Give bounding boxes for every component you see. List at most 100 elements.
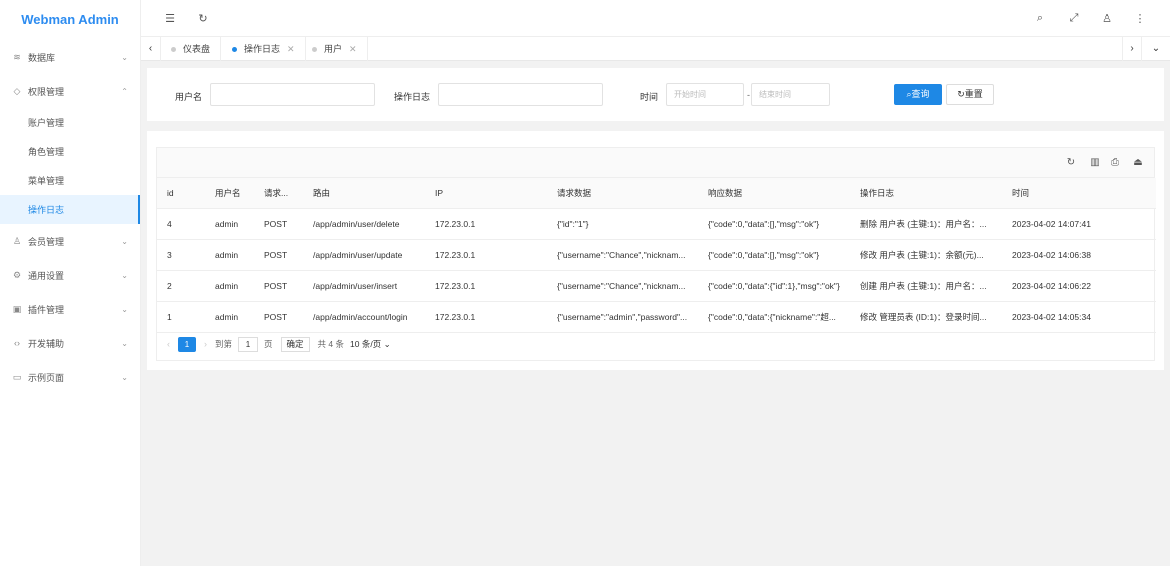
menu-settings[interactable]: ⚙ 通用设置 ⌄ (0, 258, 140, 292)
print-icon[interactable]: ⎙ (1109, 157, 1121, 168)
plugin-icon: ▣ (12, 303, 22, 314)
prev-page-icon[interactable]: ‹ (167, 339, 170, 349)
sidebar: Webman Admin ≋ 数据库 ⌄ ◇ 权限管理 ⌃ 账户管理 角色管理 … (0, 0, 141, 566)
submenu-oplog[interactable]: 操作日志 (0, 195, 140, 224)
fullscreen-icon[interactable]: ⤢ (1068, 12, 1080, 25)
reset-button[interactable]: ↻重置 (946, 84, 994, 105)
menu-label: 数据库 (28, 52, 56, 63)
oplog-label: 操作日志 (394, 92, 431, 102)
data-table: ↻ ▥ ⎙ ⏏ id 用户名 请求... 路由 IP 请求数据 响应数据 操作日… (156, 147, 1156, 361)
cell: POST (254, 270, 303, 302)
export-icon[interactable]: ⏏ (1132, 157, 1144, 168)
cell: 2023-04-02 14:07:41 (1002, 208, 1156, 240)
table-row[interactable]: 1 admin POST /app/admin/account/login 17… (157, 301, 1156, 333)
refresh-icon[interactable]: ↻ (197, 12, 209, 25)
cell: /app/admin/account/login (303, 301, 425, 333)
table-card: ↻ ▥ ⎙ ⏏ id 用户名 请求... 路由 IP 请求数据 响应数据 操作日… (147, 131, 1164, 370)
cell: 修改 管理员表 (ID:1)：登录时间... (850, 301, 1002, 333)
cell: 2 (157, 270, 205, 302)
reset-label: 重置 (964, 89, 983, 99)
table-row[interactable]: 2 admin POST /app/admin/user/insert 172.… (157, 270, 1156, 302)
search-icon[interactable]: ⌕ (1034, 12, 1046, 25)
username-input[interactable] (210, 83, 375, 106)
username-label: 用户名 (175, 92, 203, 102)
tab-label: 用户 (324, 44, 343, 54)
cell: /app/admin/user/update (303, 239, 425, 271)
cell: 172.23.0.1 (425, 208, 547, 240)
cell: 3 (157, 239, 205, 271)
menu-label: 权限管理 (28, 86, 65, 97)
query-button[interactable]: ⌕查询 (894, 84, 942, 105)
chevron-down-icon: ⌄ (121, 338, 128, 348)
cell: 172.23.0.1 (425, 270, 547, 302)
menu-toggle-icon[interactable]: ☰ (164, 12, 176, 25)
menu-permission[interactable]: ◇ 权限管理 ⌃ (0, 74, 140, 108)
table-row[interactable]: 3 admin POST /app/admin/user/update 172.… (157, 239, 1156, 271)
oplog-table: id 用户名 请求... 路由 IP 请求数据 响应数据 操作日志 时间 4 a… (157, 178, 1156, 333)
tab-label: 仪表盘 (183, 44, 211, 54)
tab-dropdown-icon[interactable]: ⌄ (1146, 37, 1166, 61)
more-icon[interactable]: ⋮ (1134, 12, 1146, 25)
page-current[interactable]: 1 (178, 336, 196, 352)
chevron-down-icon: ⌄ (121, 304, 128, 314)
tab-user[interactable]: 用户 ✕ (302, 37, 368, 61)
tab-label: 操作日志 (244, 44, 281, 54)
submenu-role[interactable]: 角色管理 (0, 137, 140, 166)
menu-member[interactable]: ♙ 会员管理 ⌄ (0, 224, 140, 258)
cell: {"id":"1"} (547, 208, 698, 240)
col-header[interactable]: 操作日志 (850, 178, 1002, 209)
col-header[interactable]: 响应数据 (698, 178, 850, 209)
menu-database[interactable]: ≋ 数据库 ⌄ (0, 40, 140, 74)
shield-icon: ◇ (13, 85, 21, 96)
menu-label: 会员管理 (28, 236, 65, 247)
close-icon[interactable]: ✕ (349, 37, 357, 61)
chevron-down-icon: ⌄ (121, 52, 128, 62)
cell: 172.23.0.1 (425, 301, 547, 333)
cell: {"code":0,"data":{"nickname":"超... (698, 301, 850, 333)
refresh-icon[interactable]: ↻ (1065, 157, 1077, 168)
tab-scroll-left-icon[interactable]: ‹ (141, 37, 161, 61)
menu-label: 开发辅助 (28, 338, 65, 349)
cell: 创建 用户表 (主键:1)：用户名：... (850, 270, 1002, 302)
user-icon[interactable]: ♙ (1101, 12, 1113, 25)
col-header[interactable]: 路由 (303, 178, 425, 209)
col-header[interactable]: id (157, 178, 205, 209)
confirm-button[interactable]: 确定 (280, 336, 310, 352)
page-unit: 页 (264, 339, 273, 349)
submenu-account[interactable]: 账户管理 (0, 108, 140, 137)
col-header[interactable]: 时间 (1002, 178, 1156, 209)
next-page-icon[interactable]: › (204, 339, 207, 349)
end-time-input[interactable]: 结束时间 (751, 83, 830, 106)
tab-scroll-right-icon[interactable]: › (1122, 37, 1142, 61)
col-header[interactable]: 请求... (254, 178, 303, 209)
cell: 2023-04-02 14:06:38 (1002, 239, 1156, 271)
table-row[interactable]: 4 admin POST /app/admin/user/delete 172.… (157, 208, 1156, 240)
user-icon: ♙ (12, 235, 22, 246)
goto-page-input[interactable]: 1 (238, 336, 259, 352)
tab-dashboard[interactable]: 仪表盘 (161, 37, 222, 61)
table-header-row: id 用户名 请求... 路由 IP 请求数据 响应数据 操作日志 时间 (157, 178, 1156, 209)
chevron-down-icon: ⌄ (121, 270, 128, 280)
menu-example[interactable]: ▭ 示例页面 ⌄ (0, 360, 140, 394)
start-time-input[interactable]: 开始时间 (666, 83, 744, 106)
col-header[interactable]: IP (425, 178, 547, 209)
page-size-select[interactable]: 10 条/页 ⌄ (350, 338, 391, 350)
goto-label: 到第 (215, 339, 233, 349)
search-form: 用户名 操作日志 时间 开始时间 - 结束时间 ⌕查询 ↻重置 (147, 68, 1164, 121)
close-icon[interactable]: ✕ (287, 37, 295, 61)
cell: POST (254, 239, 303, 271)
col-header[interactable]: 请求数据 (547, 178, 698, 209)
cell: admin (205, 270, 254, 302)
submenu-menu[interactable]: 菜单管理 (0, 166, 140, 195)
chevron-up-icon: ⌃ (121, 86, 128, 96)
columns-icon[interactable]: ▥ (1089, 157, 1101, 168)
tab-oplog[interactable]: 操作日志 ✕ (222, 37, 306, 61)
menu-plugin[interactable]: ▣ 插件管理 ⌄ (0, 292, 140, 326)
tab-dot (312, 46, 317, 52)
cell: 2023-04-02 14:06:22 (1002, 270, 1156, 302)
menu-dev[interactable]: ‹› 开发辅助 ⌄ (0, 326, 140, 360)
cell: 4 (157, 208, 205, 240)
col-header[interactable]: 用户名 (205, 178, 254, 209)
oplog-input[interactable] (438, 83, 603, 106)
app-logo[interactable]: Webman Admin (0, 0, 140, 40)
